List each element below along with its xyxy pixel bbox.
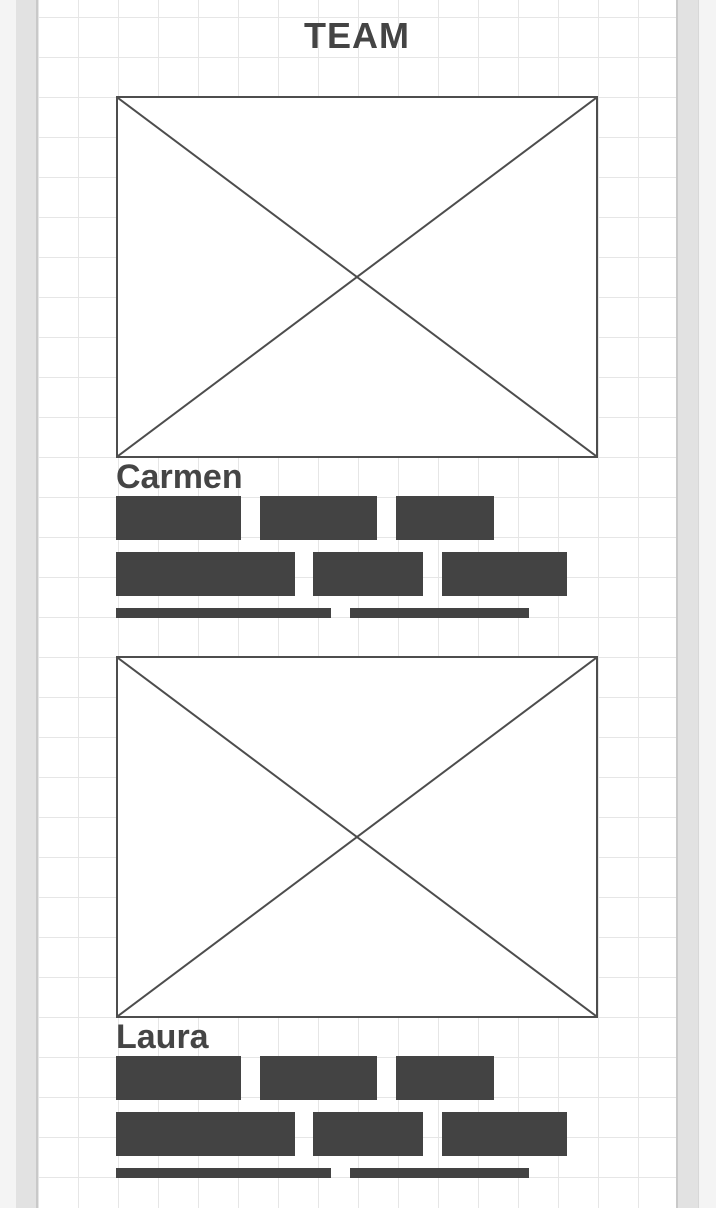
text-placeholder-block (116, 496, 241, 540)
text-placeholder-line (350, 1168, 529, 1178)
text-placeholder-block (116, 1112, 295, 1156)
image-placeholder-icon (118, 98, 596, 456)
text-placeholder-line (116, 1168, 331, 1178)
text-placeholder-block (116, 1056, 241, 1100)
member-photo (116, 656, 598, 1018)
member-photo (116, 96, 598, 458)
text-placeholder-block (260, 496, 377, 540)
text-placeholder-block (396, 496, 494, 540)
text-placeholder-block (116, 552, 295, 596)
wireframe-canvas: TEAM Carmen Laura (38, 0, 676, 1208)
right-frame-rail (676, 0, 699, 1208)
text-placeholder-block (260, 1056, 377, 1100)
text-placeholder-block (396, 1056, 494, 1100)
text-placeholder-block (313, 552, 423, 596)
member-name: Carmen (116, 458, 243, 496)
text-placeholder-line (116, 608, 331, 618)
page-title: TEAM (304, 15, 410, 56)
image-placeholder-icon (118, 658, 596, 1016)
member-name: Laura (116, 1018, 209, 1056)
text-placeholder-line (350, 608, 529, 618)
left-frame-rail (16, 0, 38, 1208)
text-placeholder-block (442, 552, 567, 596)
text-placeholder-block (442, 1112, 567, 1156)
text-placeholder-block (313, 1112, 423, 1156)
